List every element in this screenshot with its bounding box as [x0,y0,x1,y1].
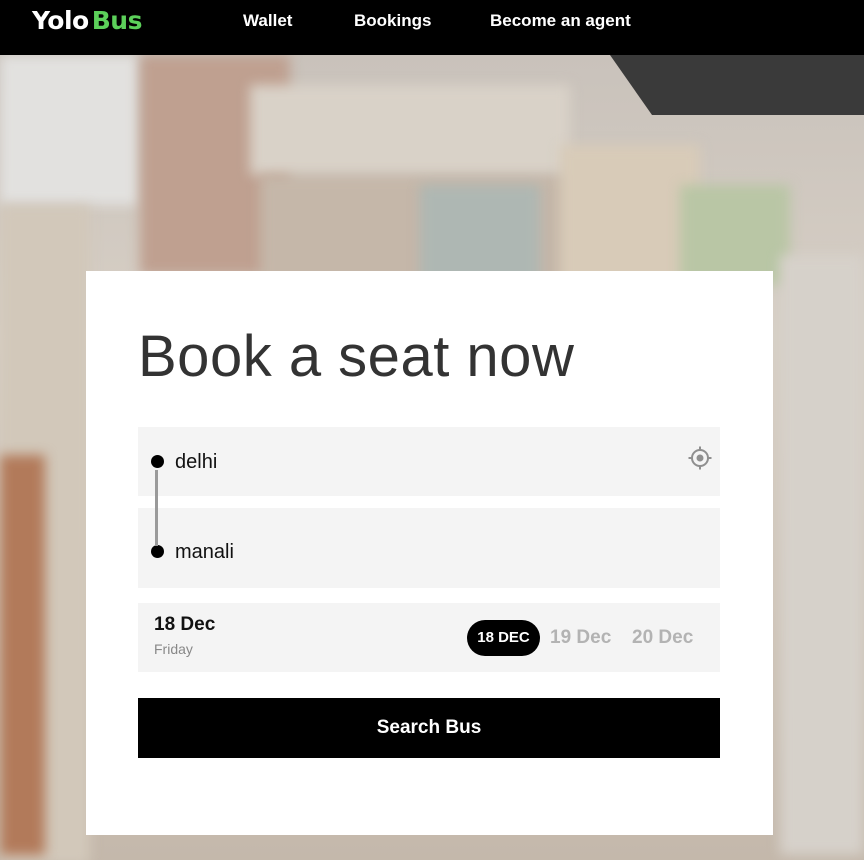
route-connector-line [155,470,158,546]
origin-dot-icon [151,455,164,468]
crosshair-locate-icon[interactable] [688,446,712,470]
selected-date: 18 Dec [154,614,216,635]
logo-text-yolo: Yolo [32,6,89,35]
from-city-value: delhi [175,451,218,473]
date-chip-today[interactable]: 18 DEC [467,620,540,656]
destination-dot-icon [151,545,164,558]
page-title: Book a seat now [138,324,575,389]
travel-date-selector[interactable]: 18 Dec Friday 18 DEC 19 Dec 20 Dec [138,603,720,672]
selected-weekday: Friday [154,641,193,657]
to-city-field[interactable]: manali [138,508,720,588]
to-city-value: manali [175,541,234,563]
date-chip-day-after[interactable]: 20 Dec [632,620,693,656]
logo-text-bus: Bus [91,6,143,35]
nav-bookings-link[interactable]: Bookings [354,11,431,31]
date-chip-tomorrow[interactable]: 19 Dec [550,620,611,656]
top-navigation-bar: Yolo Bus Wallet Bookings Become an agent [0,0,864,55]
booking-card: Book a seat now delhi manali 18 Dec Frid… [86,271,773,835]
nav-wallet-link[interactable]: Wallet [243,11,292,31]
search-bus-button[interactable]: Search Bus [138,698,720,758]
yolobus-logo[interactable]: Yolo Bus [32,6,142,35]
nav-become-agent-link[interactable]: Become an agent [490,11,631,31]
from-city-field[interactable]: delhi [138,427,720,496]
